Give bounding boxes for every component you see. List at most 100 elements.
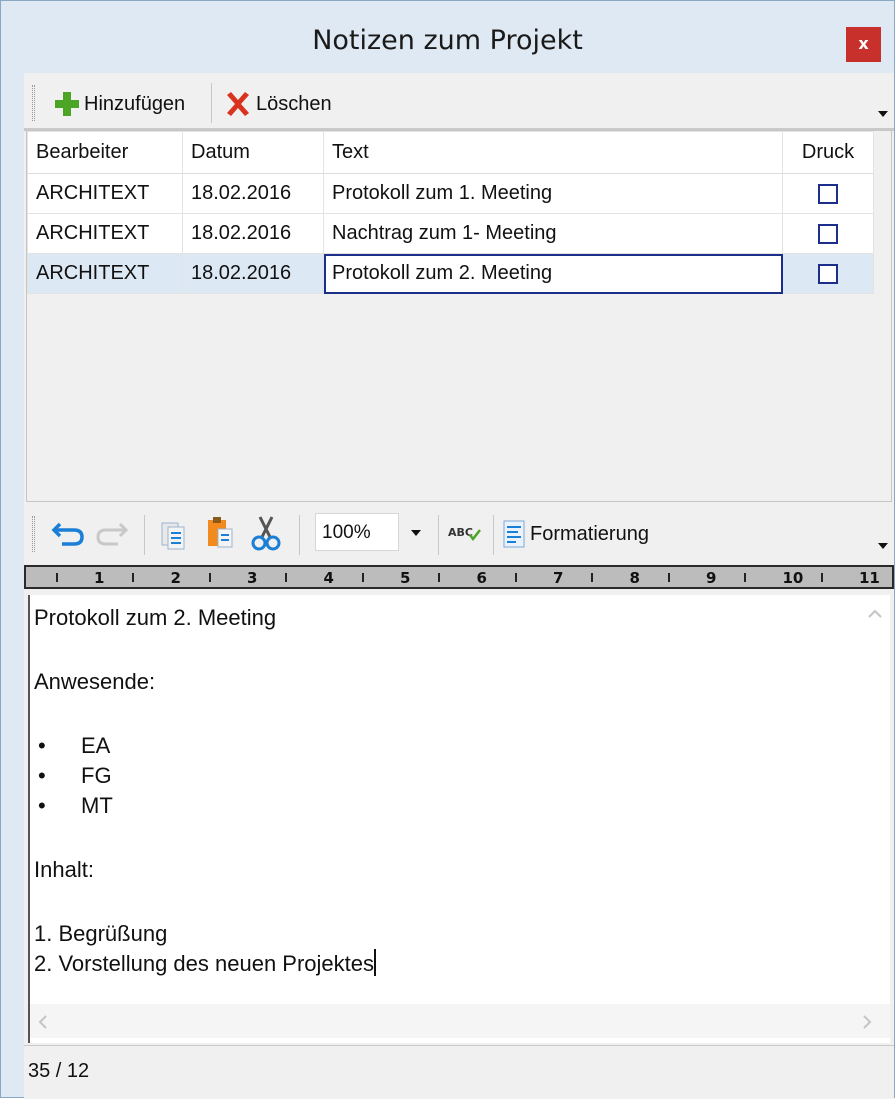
toolbar-overflow-icon[interactable] xyxy=(878,543,888,549)
toolbar-grip[interactable] xyxy=(32,516,35,552)
notes-toolbar: Hinzufügen Löschen xyxy=(24,75,894,131)
editor-line: Protokoll zum 2. Meeting xyxy=(34,605,277,630)
ruler-number: 6 xyxy=(476,569,487,587)
cell-bearbeiter[interactable]: ARCHITEXT xyxy=(27,173,183,214)
spellcheck-button[interactable]: ABC xyxy=(448,523,481,541)
ruler-number: 3 xyxy=(247,569,258,587)
ruler-number: 11 xyxy=(859,569,880,587)
cell-datum[interactable]: 18.02.2016 xyxy=(182,173,324,214)
bullet-item: • EA xyxy=(34,731,860,761)
column-header-datum[interactable]: Datum xyxy=(182,131,324,174)
redo-icon[interactable] xyxy=(94,519,130,549)
ruler-tick xyxy=(667,573,670,582)
cell-bearbeiter[interactable]: ARCHITEXT xyxy=(27,213,183,254)
cell-text[interactable]: Nachtrag zum 1- Meeting xyxy=(323,213,783,254)
ruler-tick xyxy=(820,573,823,582)
copy-icon[interactable] xyxy=(158,517,188,551)
undo-icon[interactable] xyxy=(50,519,86,549)
toolbar-separator xyxy=(211,83,212,123)
delete-button[interactable]: Löschen xyxy=(224,89,332,119)
notes-table: Bearbeiter Datum Text Druck ARCHITEXT 18… xyxy=(27,131,874,294)
add-button-label: Hinzufügen xyxy=(84,92,186,115)
table-row[interactable]: ARCHITEXT 18.02.2016 Protokoll zum 1. Me… xyxy=(27,173,874,214)
notes-window: Notizen zum Projekt x Hinzufügen Löschen xyxy=(0,0,895,1099)
toolbar-separator xyxy=(144,515,145,555)
delete-x-icon xyxy=(227,92,249,116)
formatting-icon xyxy=(503,520,525,548)
formatting-button[interactable]: Formatierung xyxy=(502,519,649,549)
bullet-text: MT xyxy=(81,793,113,818)
window-content: Hinzufügen Löschen Bearbeiter Datum Text xyxy=(24,73,894,1099)
add-button[interactable]: Hinzufügen xyxy=(54,89,185,119)
table-row-selected[interactable]: ARCHITEXT 18.02.2016 Protokoll zum 2. Me… xyxy=(27,253,874,294)
ruler-number: 7 xyxy=(553,569,564,587)
close-button[interactable]: x xyxy=(846,27,881,62)
title-bar[interactable]: Notizen zum Projekt x xyxy=(1,1,894,71)
bullet-text: FG xyxy=(81,763,112,788)
druck-checkbox[interactable] xyxy=(818,223,838,244)
ruler-number: 10 xyxy=(782,569,804,587)
toolbar-separator xyxy=(493,515,494,555)
editor-line: Anwesende: xyxy=(34,669,156,694)
table-row[interactable]: ARCHITEXT 18.02.2016 Nachtrag zum 1- Mee… xyxy=(27,213,874,254)
cell-druck xyxy=(782,173,874,214)
editor-line-text: 2. Vorstellung des neuen Projektes xyxy=(34,951,375,976)
ruler-tick xyxy=(438,573,441,582)
delete-button-label: Löschen xyxy=(256,92,332,115)
plus-icon xyxy=(54,91,80,117)
bullet-item: • FG xyxy=(34,761,860,791)
bullet-marker: • xyxy=(38,733,46,758)
ruler-number: 5 xyxy=(400,569,411,587)
zoom-dropdown-icon[interactable] xyxy=(402,513,430,551)
editor-line-current: 2. Vorstellung des neuen Projektes xyxy=(34,949,860,979)
notes-grid: Bearbeiter Datum Text Druck ARCHITEXT 18… xyxy=(26,130,892,502)
bullet-item: • MT xyxy=(34,791,860,821)
horizontal-scrollbar[interactable] xyxy=(28,1004,890,1038)
ruler[interactable]: 1 2 3 4 5 6 7 8 9 10 11 xyxy=(24,565,894,589)
scroll-right-icon[interactable] xyxy=(862,1015,872,1029)
ruler-tick xyxy=(361,573,364,582)
cell-datum[interactable]: 18.02.2016 xyxy=(182,213,324,254)
status-bar: 35 / 12 xyxy=(24,1004,894,1099)
cell-datum[interactable]: 18.02.2016 xyxy=(182,253,324,294)
toolbar-separator xyxy=(299,515,300,555)
toolbar-separator xyxy=(438,515,439,555)
cell-text-editing[interactable]: Protokoll zum 2. Meeting xyxy=(323,253,783,294)
ruler-number: 8 xyxy=(629,569,640,587)
cut-icon[interactable] xyxy=(250,515,282,551)
cell-druck xyxy=(782,213,874,254)
ruler-tick xyxy=(744,573,747,582)
column-header-bearbeiter[interactable]: Bearbeiter xyxy=(27,131,183,174)
cell-bearbeiter[interactable]: ARCHITEXT xyxy=(27,253,183,294)
bullet-marker: • xyxy=(38,793,46,818)
cursor-position: 35 / 12 xyxy=(28,1060,90,1082)
toolbar-overflow-icon[interactable] xyxy=(878,111,888,117)
rich-text-editor[interactable]: Protokoll zum 2. Meeting Anwesende: • EA … xyxy=(28,595,860,1043)
check-icon xyxy=(468,529,481,541)
window-title: Notizen zum Projekt xyxy=(312,25,583,56)
paste-icon[interactable] xyxy=(204,515,236,551)
zoom-combobox[interactable]: 100% xyxy=(315,513,399,551)
bullet-marker: • xyxy=(38,763,46,788)
scroll-left-icon[interactable] xyxy=(38,1015,48,1029)
ruler-tick xyxy=(591,573,594,582)
editor-line: Inhalt: xyxy=(34,857,94,882)
ruler-tick xyxy=(132,573,135,582)
text-caret xyxy=(374,949,377,976)
ruler-number: 2 xyxy=(170,569,181,587)
vertical-scrollbar[interactable] xyxy=(860,595,890,1043)
ruler-tick xyxy=(208,573,211,582)
druck-checkbox[interactable] xyxy=(818,183,838,204)
column-header-text[interactable]: Text xyxy=(323,131,783,174)
toolbar-grip[interactable] xyxy=(32,85,35,121)
ruler-number: 4 xyxy=(323,569,334,587)
column-header-druck[interactable]: Druck xyxy=(782,131,874,174)
cell-text[interactable]: Protokoll zum 1. Meeting xyxy=(323,173,783,214)
ruler-tick xyxy=(285,573,288,582)
druck-checkbox[interactable] xyxy=(818,263,838,284)
bullet-text: EA xyxy=(81,733,111,758)
ruler-tick xyxy=(55,573,58,582)
editor-toolbar: 100% ABC Formatierung xyxy=(24,503,894,565)
scroll-up-icon[interactable] xyxy=(868,609,882,619)
grid-header-row: Bearbeiter Datum Text Druck xyxy=(27,131,874,174)
